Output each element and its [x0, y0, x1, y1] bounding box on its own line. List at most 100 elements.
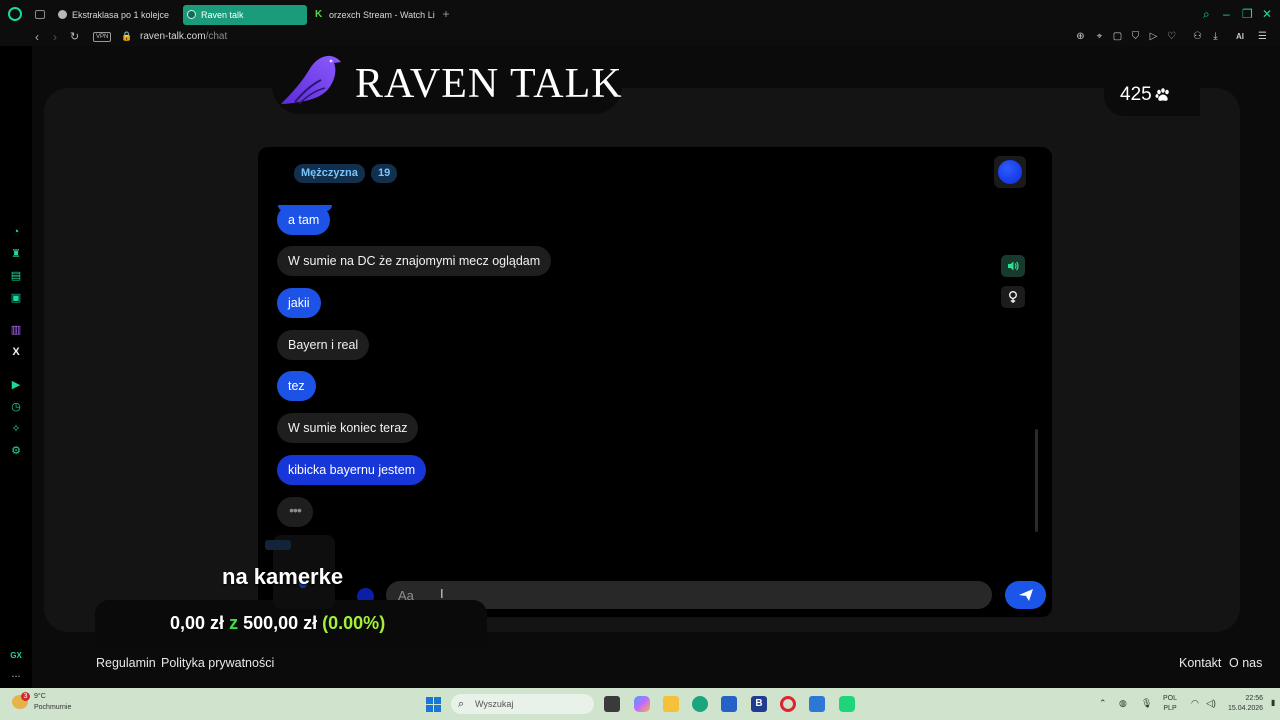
- message-bubble-mine: a tam: [277, 205, 331, 235]
- brand-title[interactable]: RAVEN TALK: [355, 60, 623, 108]
- speaker-icon: [1008, 261, 1019, 271]
- messenger-icon[interactable]: ▣: [10, 292, 22, 304]
- file-explorer-icon[interactable]: [663, 696, 679, 712]
- tab-ekstraklasa[interactable]: Ekstraklasa po 1 kolejce: [54, 5, 178, 25]
- message-bubble-mine: jakii: [277, 288, 321, 318]
- kick-favicon-icon: K: [315, 9, 323, 20]
- typing-indicator: •••: [277, 497, 313, 527]
- player-icon[interactable]: ▶: [10, 379, 22, 391]
- raven-talk-page: RAVEN TALK 425 Mężczyzna 19 a tam W sumi…: [32, 46, 1280, 688]
- zoom-icon[interactable]: ⊕: [1075, 31, 1086, 42]
- aria-ai-button[interactable]: AI: [1230, 31, 1250, 42]
- store-icon[interactable]: [721, 696, 737, 712]
- send-button[interactable]: [1005, 581, 1046, 609]
- gx-control-icon[interactable]: ◔: [10, 226, 22, 238]
- extensions-icon[interactable]: ✧: [10, 423, 22, 435]
- windows-start-icon[interactable]: [426, 697, 441, 712]
- bitwarden-icon[interactable]: B: [751, 696, 767, 712]
- donation-separator: z: [229, 613, 239, 633]
- contact-link[interactable]: Kontakt: [1179, 656, 1221, 670]
- tray-app-icon[interactable]: ◍: [1119, 698, 1127, 709]
- tab-kick-stream[interactable]: K orzexch Stream - Watch Live: [311, 5, 435, 25]
- weather-desc[interactable]: Pochmurnie: [34, 704, 71, 711]
- gx-label[interactable]: GX: [10, 650, 22, 662]
- search-icon: ⌕: [458, 698, 465, 710]
- settings-icon[interactable]: ⚙: [10, 445, 22, 457]
- weather-badge: 3: [21, 692, 30, 701]
- tab-label: Ekstraklasa po 1 kolejce: [72, 10, 170, 20]
- app-icon[interactable]: [839, 696, 855, 712]
- reload-icon[interactable]: ↻: [70, 29, 79, 45]
- message-bubble-mine: tez: [277, 371, 316, 401]
- close-icon[interactable]: ✕: [1262, 7, 1272, 21]
- browser-tab-bar: Ekstraklasa po 1 kolejce Raven talk K or…: [0, 0, 1280, 28]
- privacy-link[interactable]: Polityka prywatności: [161, 656, 274, 670]
- address-bar: ‹ › ↻ VPN 🔒 raven-talk.com/chat ⊕ ⌖ ▢ ⛉ …: [0, 28, 1280, 46]
- lock-icon[interactable]: 🔒: [121, 31, 132, 41]
- microphone-icon[interactable]: 🎙: [1141, 698, 1152, 709]
- tray-chevron-icon[interactable]: ⌃: [1099, 698, 1107, 709]
- rules-link[interactable]: Regulamin: [96, 656, 156, 670]
- minimize-icon[interactable]: –: [1223, 7, 1230, 21]
- heart-icon[interactable]: ♡: [1166, 31, 1177, 42]
- weather-temp[interactable]: 9°C: [34, 693, 46, 700]
- wifi-icon[interactable]: ◠: [1191, 698, 1199, 709]
- pin-icon[interactable]: ⌖: [1094, 31, 1105, 42]
- donation-goal: 500,00 zł: [243, 613, 318, 633]
- history-icon[interactable]: ◷: [10, 401, 22, 413]
- forward-icon[interactable]: ›: [53, 29, 57, 45]
- gender-filter-button[interactable]: [1001, 286, 1025, 308]
- gx-corner-icon[interactable]: ♜: [10, 248, 22, 260]
- online-count-value: 425: [1120, 84, 1152, 105]
- camera-tag: [265, 540, 291, 550]
- taskbar-search[interactable]: ⌕ Wyszukaj: [451, 694, 594, 714]
- gx-cleaner-icon[interactable]: ▤: [10, 270, 22, 282]
- chat-scrollbar[interactable]: [1035, 429, 1038, 532]
- more-icon[interactable]: ...: [10, 668, 22, 680]
- about-link[interactable]: O nas: [1229, 656, 1262, 670]
- partner-avatar[interactable]: [994, 156, 1026, 188]
- tab-islands-icon[interactable]: [35, 10, 45, 19]
- copilot-icon[interactable]: [634, 696, 650, 712]
- notification-icon[interactable]: ▮: [1271, 698, 1275, 707]
- download-icon[interactable]: ⤓: [1210, 31, 1221, 42]
- restore-icon[interactable]: ❐: [1242, 7, 1253, 21]
- partner-age-badge: 19: [371, 164, 398, 183]
- raven-favicon-icon: [187, 10, 196, 19]
- x-twitter-icon[interactable]: X: [10, 346, 22, 358]
- outlook-icon[interactable]: [809, 696, 825, 712]
- account-icon[interactable]: ⚇: [1192, 31, 1203, 42]
- tab-raven-talk[interactable]: Raven talk: [183, 5, 307, 25]
- shield-icon[interactable]: ⛉: [1130, 31, 1141, 42]
- paw-icon: [1155, 88, 1169, 101]
- taskbar-search-placeholder: Wyszukaj: [475, 699, 514, 709]
- task-view-icon[interactable]: [604, 696, 620, 712]
- vpn-badge[interactable]: VPN: [93, 32, 112, 42]
- partner-gender-badge: Mężczyzna: [294, 164, 365, 183]
- text-cursor-icon: I: [440, 586, 444, 601]
- url-field[interactable]: raven-talk.com/chat: [140, 30, 227, 44]
- chat-panel: Mężczyzna 19 a tam W sumie na DC że znaj…: [258, 147, 1052, 617]
- sound-toggle-button[interactable]: [1001, 255, 1025, 277]
- twitch-icon[interactable]: ▥: [10, 324, 22, 336]
- menu-icon[interactable]: ☰: [1257, 31, 1268, 42]
- language-indicator[interactable]: POL PLP: [1163, 694, 1177, 714]
- message-bubble-partner: Bayern i real: [277, 330, 370, 360]
- opera-gx-icon[interactable]: [780, 696, 796, 712]
- donation-goal-text: 0,00 zł z 500,00 zł (0.00%): [170, 613, 385, 634]
- edge-icon[interactable]: [692, 696, 708, 712]
- back-icon[interactable]: ‹: [35, 29, 39, 45]
- windows-taskbar: 3 9°C Pochmurnie ⌕ Wyszukaj B ⌃ ◍ 🎙 POL …: [0, 688, 1280, 720]
- search-tabs-icon[interactable]: ⌕: [1203, 7, 1210, 21]
- play-icon[interactable]: ▷: [1148, 31, 1159, 42]
- system-clock[interactable]: 22:56 15.04.2026: [1228, 694, 1263, 714]
- snapshot-icon[interactable]: ▢: [1112, 31, 1123, 42]
- tab-label: orzexch Stream - Watch Live: [329, 10, 435, 20]
- overlay-caption: na kamerke: [222, 564, 344, 589]
- volume-icon[interactable]: ◁): [1206, 698, 1216, 709]
- new-tab-button[interactable]: +: [440, 8, 452, 20]
- opera-gx-logo-icon[interactable]: [8, 7, 22, 21]
- raven-logo-icon[interactable]: [277, 50, 347, 106]
- tab-label: Raven talk: [201, 10, 244, 20]
- url-path: /chat: [205, 31, 228, 42]
